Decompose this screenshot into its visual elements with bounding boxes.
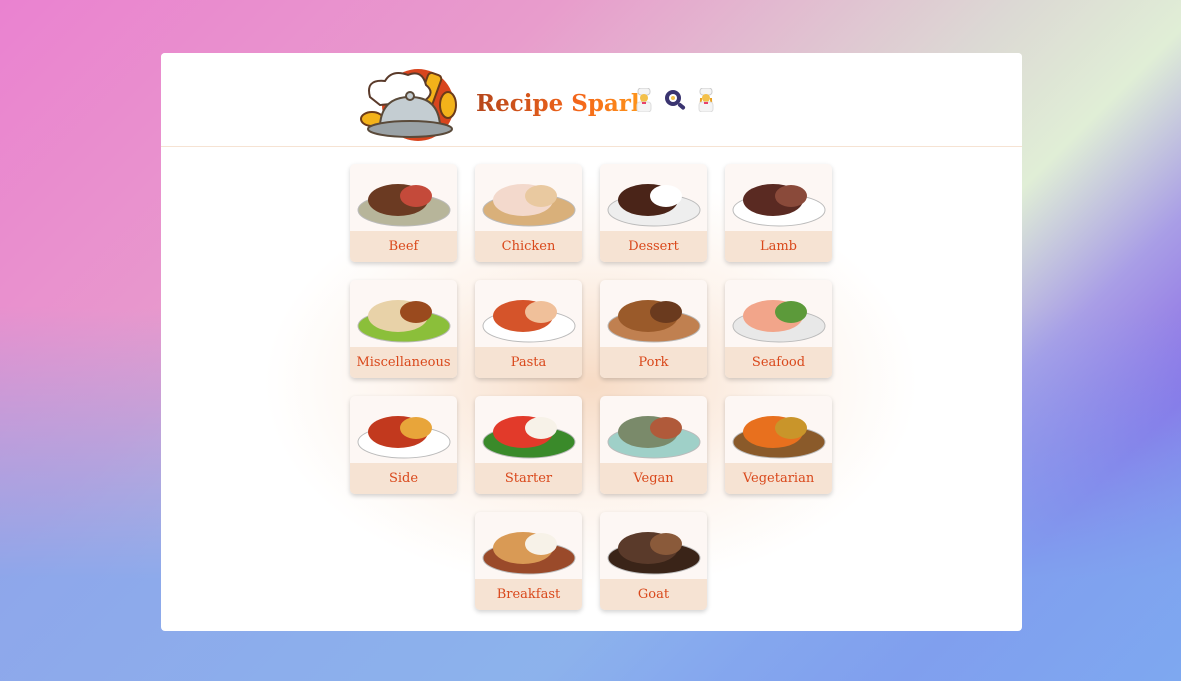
category-card-vegan[interactable]: Vegan — [600, 396, 707, 494]
category-image — [475, 396, 582, 463]
category-card-goat[interactable]: Goat — [600, 512, 707, 610]
category-label: Pasta — [475, 347, 582, 378]
category-label: Seafood — [725, 347, 832, 378]
category-card-starter[interactable]: Starter — [475, 396, 582, 494]
category-image — [600, 280, 707, 347]
category-image — [475, 280, 582, 347]
category-card-seafood[interactable]: Seafood — [725, 280, 832, 378]
category-label: Vegan — [600, 463, 707, 494]
category-image — [475, 512, 582, 579]
category-image — [725, 164, 832, 231]
category-label: Starter — [475, 463, 582, 494]
category-card-beef[interactable]: Beef — [350, 164, 457, 262]
category-image — [600, 512, 707, 579]
category-card-pasta[interactable]: Pasta — [475, 280, 582, 378]
category-label: Lamb — [725, 231, 832, 262]
category-label: Side — [350, 463, 457, 494]
category-image — [600, 164, 707, 231]
category-card-dessert[interactable]: Dessert — [600, 164, 707, 262]
category-image — [350, 396, 457, 463]
category-label: Pork — [600, 347, 707, 378]
frying-pan-icon — [665, 90, 686, 110]
category-image — [475, 164, 582, 231]
category-card-chicken[interactable]: Chicken — [475, 164, 582, 262]
category-label: Beef — [350, 231, 457, 262]
chef-woman-icon — [698, 88, 714, 112]
app-title: Recipe Spark — [476, 90, 647, 117]
category-card-side[interactable]: Side — [350, 396, 457, 494]
category-image — [725, 396, 832, 463]
category-card-miscellaneous[interactable]: Miscellaneous — [350, 280, 457, 378]
category-image — [350, 280, 457, 347]
category-image — [600, 396, 707, 463]
category-label: Miscellaneous — [350, 347, 457, 378]
category-label: Vegetarian — [725, 463, 832, 494]
category-label: Chicken — [475, 231, 582, 262]
chef-man-icon — [636, 88, 652, 112]
category-card-breakfast[interactable]: Breakfast — [475, 512, 582, 610]
main-panel: Recipe Spark Beef Chicken Dessert Lamb Misce… — [161, 53, 1022, 631]
category-label: Goat — [600, 579, 707, 610]
category-label: Dessert — [600, 231, 707, 262]
category-image — [350, 164, 457, 231]
header: Recipe Spark — [161, 53, 1022, 147]
category-label: Breakfast — [475, 579, 582, 610]
category-card-vegetarian[interactable]: Vegetarian — [725, 396, 832, 494]
chef-logo-icon — [360, 67, 460, 145]
category-card-pork[interactable]: Pork — [600, 280, 707, 378]
category-card-lamb[interactable]: Lamb — [725, 164, 832, 262]
category-image — [725, 280, 832, 347]
